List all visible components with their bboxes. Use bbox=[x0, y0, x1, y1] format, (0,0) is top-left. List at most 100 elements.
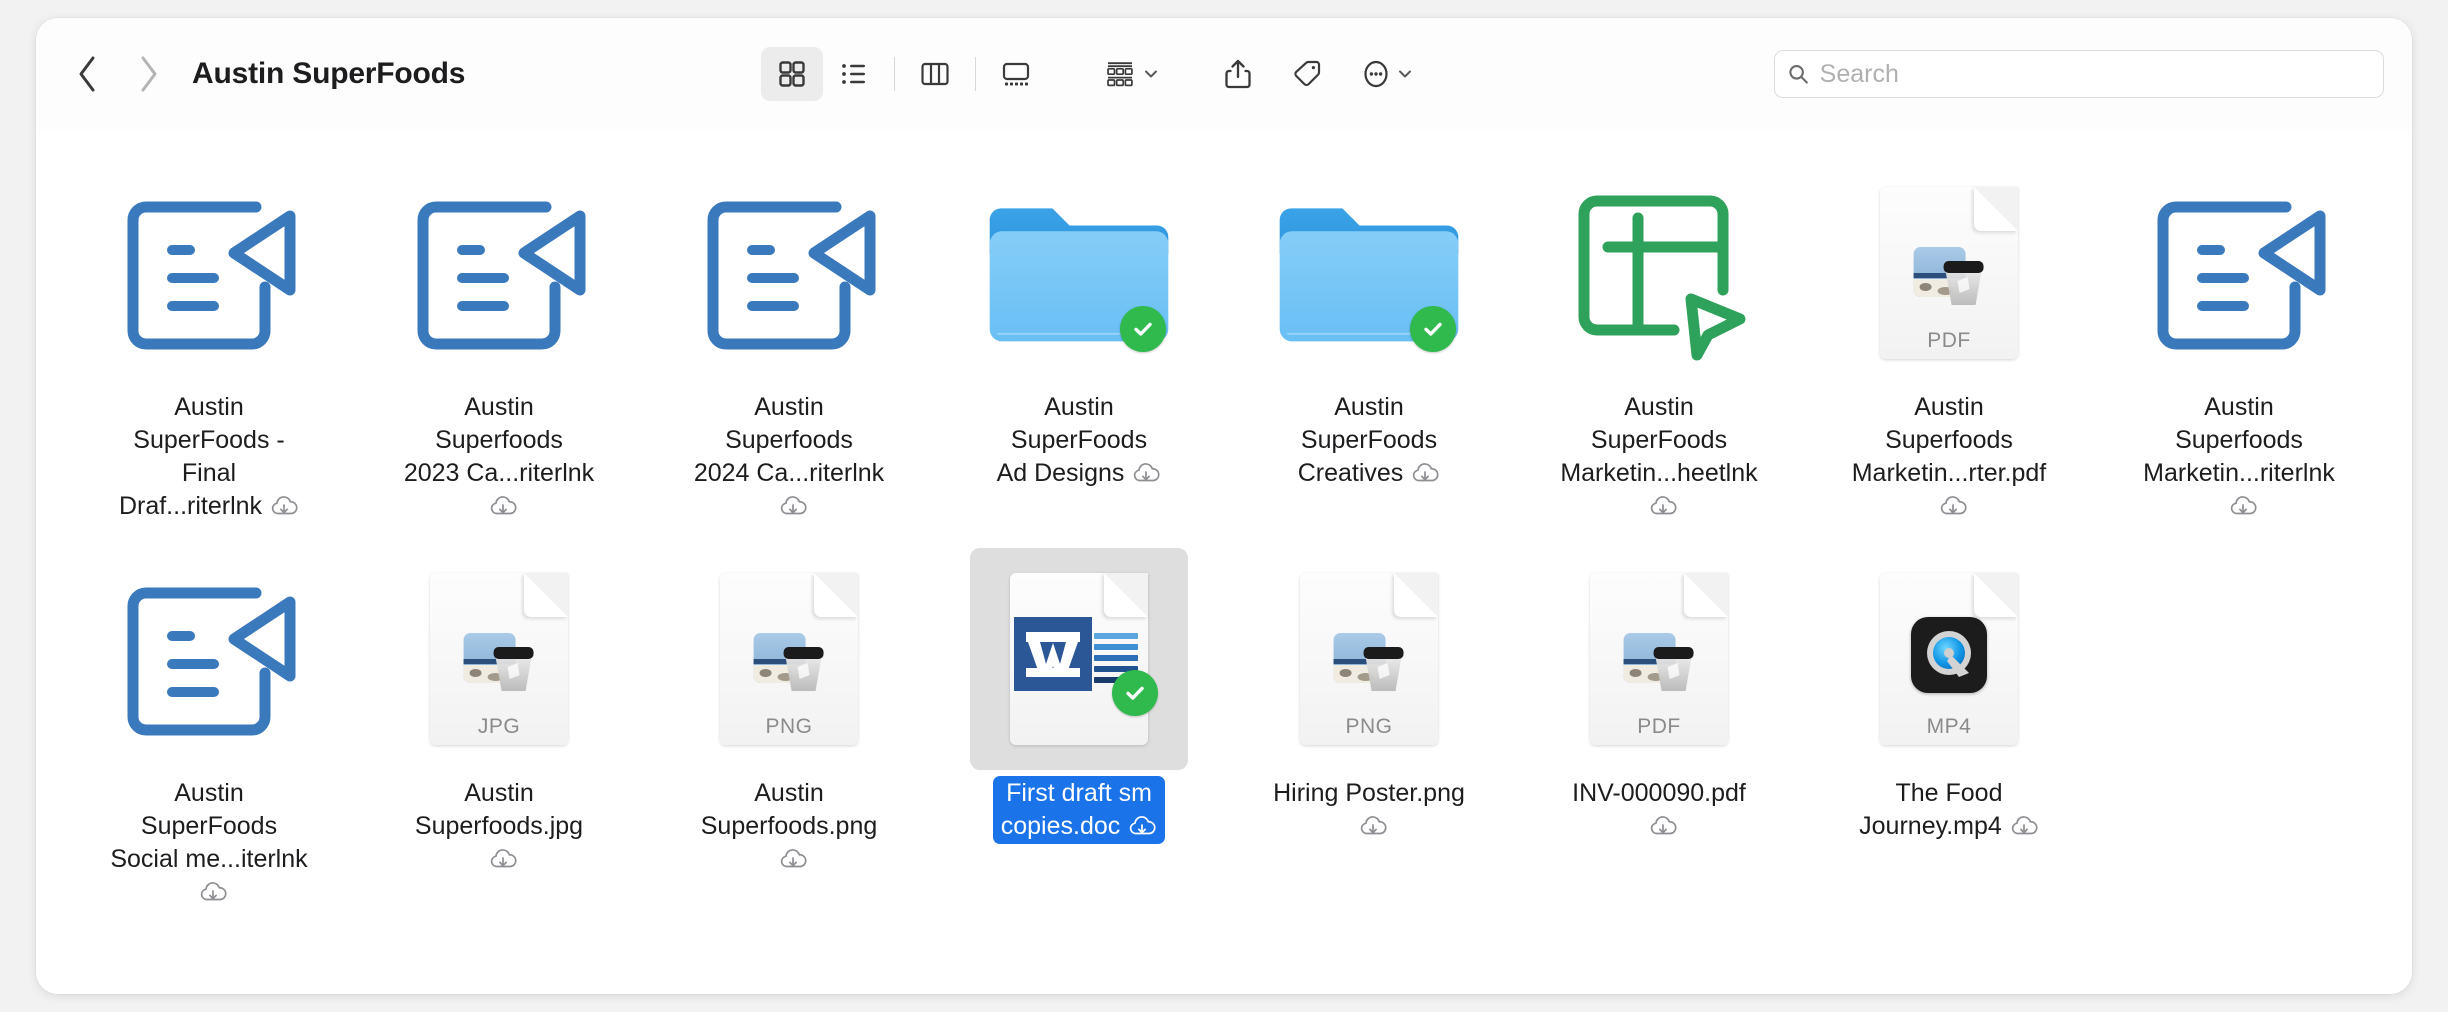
toolbar-divider bbox=[894, 57, 895, 91]
file-label[interactable]: Austin SuperFoods Creatives bbox=[1261, 390, 1477, 491]
toolbar: Austin SuperFoods bbox=[36, 18, 2412, 130]
file-kind-label: PDF bbox=[1590, 715, 1728, 739]
more-options-button[interactable] bbox=[1353, 47, 1421, 101]
toolbar-center-group bbox=[761, 47, 1421, 101]
preview-app-badge-icon bbox=[1622, 629, 1700, 699]
file-icon[interactable]: PDF bbox=[1840, 162, 2058, 384]
file-label[interactable]: Austin Superfoods.png bbox=[681, 776, 897, 877]
grid-icon bbox=[777, 59, 807, 89]
file-icon[interactable] bbox=[970, 162, 1188, 384]
file-label[interactable]: Austin Superfoods Marketin...riterlnk bbox=[2131, 390, 2347, 524]
view-column-button[interactable] bbox=[904, 47, 966, 101]
file-label[interactable]: Austin Superfoods Marketin...rter.pdf bbox=[1841, 390, 2057, 524]
file-item[interactable]: Austin Superfoods 2024 Ca...riterlnk bbox=[644, 156, 934, 524]
file-label[interactable]: INV-000090.pdf bbox=[1551, 776, 1767, 844]
file-item[interactable]: PDF Austin Superfoods Marketin...rter.pd… bbox=[1804, 156, 2094, 524]
preview-document-icon: PDF bbox=[1590, 573, 1728, 745]
file-icon[interactable] bbox=[680, 162, 898, 384]
search-icon bbox=[1787, 62, 1810, 86]
file-kind-label: PDF bbox=[1880, 329, 2018, 353]
share-icon bbox=[1223, 58, 1253, 90]
search-field[interactable] bbox=[1774, 50, 2384, 98]
list-icon bbox=[839, 59, 869, 89]
page-fold bbox=[1974, 187, 2018, 231]
view-icon-button[interactable] bbox=[761, 47, 823, 101]
google-docs-shortcut-icon bbox=[2144, 183, 2334, 363]
file-icon[interactable] bbox=[1260, 162, 1478, 384]
group-items-button[interactable] bbox=[1095, 47, 1167, 101]
page-fold bbox=[1394, 573, 1438, 617]
icloud-download-icon bbox=[2009, 813, 2039, 839]
file-icon[interactable] bbox=[2130, 162, 2348, 384]
file-icon[interactable] bbox=[970, 548, 1188, 770]
file-name: Austin Superfoods.jpg bbox=[415, 779, 583, 840]
view-list-button[interactable] bbox=[823, 47, 885, 101]
file-item[interactable]: PNG Austin Superfoods.png bbox=[644, 542, 934, 910]
file-item[interactable]: Austin Superfoods Marketin...riterlnk bbox=[2094, 156, 2384, 524]
file-icon[interactable]: PNG bbox=[680, 548, 898, 770]
file-name: Austin SuperFoods Social me...iterlnk bbox=[110, 779, 307, 873]
file-icon[interactable]: PDF bbox=[1550, 548, 1768, 770]
file-label[interactable]: First draft sm copies.doc bbox=[993, 776, 1166, 844]
columns-icon bbox=[919, 59, 951, 89]
icloud-download-icon bbox=[1410, 460, 1440, 486]
word-document-icon bbox=[1010, 573, 1148, 745]
file-name: INV-000090.pdf bbox=[1572, 779, 1746, 807]
chevron-down-icon bbox=[1143, 67, 1159, 81]
preview-document-icon: JPG bbox=[430, 573, 568, 745]
file-icon[interactable] bbox=[390, 162, 608, 384]
file-item[interactable]: JPG Austin Superfoods.jpg bbox=[354, 542, 644, 910]
search-input[interactable] bbox=[1820, 60, 2371, 89]
file-icon[interactable] bbox=[100, 548, 318, 770]
file-name: Austin Superfoods Marketin...rter.pdf bbox=[1852, 393, 2047, 487]
back-button[interactable] bbox=[70, 52, 104, 96]
file-item[interactable]: First draft sm copies.doc bbox=[934, 542, 1224, 910]
file-label[interactable]: Austin SuperFoods Social me...iterlnk bbox=[101, 776, 317, 910]
page-fold bbox=[1104, 573, 1148, 617]
preview-app-badge-icon bbox=[1332, 629, 1410, 699]
file-label[interactable]: Austin SuperFoods - Final Draf...riterln… bbox=[101, 390, 317, 524]
file-name: Austin SuperFoods - Final Draf...riterln… bbox=[119, 393, 285, 520]
icloud-download-icon bbox=[488, 493, 518, 519]
forward-button[interactable] bbox=[132, 52, 166, 96]
chevron-down-icon bbox=[1397, 67, 1413, 81]
share-button[interactable] bbox=[1215, 47, 1261, 101]
file-item[interactable]: PNG Hiring Poster.png bbox=[1224, 542, 1514, 910]
file-item[interactable]: Austin SuperFoods Ad Designs bbox=[934, 156, 1224, 524]
tag-icon bbox=[1291, 58, 1323, 90]
file-item[interactable]: PDF INV-000090.pdf bbox=[1514, 542, 1804, 910]
group-icon bbox=[1103, 59, 1137, 89]
sync-check-badge-icon bbox=[1112, 670, 1158, 716]
file-item[interactable]: Austin SuperFoods - Final Draf...riterln… bbox=[64, 156, 354, 524]
file-label[interactable]: Austin Superfoods 2023 Ca...riterlnk bbox=[391, 390, 607, 524]
tag-button[interactable] bbox=[1283, 47, 1331, 101]
page-fold bbox=[1684, 573, 1728, 617]
file-kind-label: PNG bbox=[720, 715, 858, 739]
file-name: Hiring Poster.png bbox=[1273, 779, 1465, 807]
file-item[interactable]: Austin SuperFoods Creatives bbox=[1224, 156, 1514, 524]
view-gallery-button[interactable] bbox=[985, 47, 1047, 101]
file-label[interactable]: Austin Superfoods 2024 Ca...riterlnk bbox=[681, 390, 897, 524]
file-icon[interactable] bbox=[1550, 162, 1768, 384]
file-label[interactable]: Austin Superfoods.jpg bbox=[391, 776, 607, 877]
icloud-download-icon bbox=[1648, 813, 1678, 839]
file-icon[interactable]: MP4 bbox=[1840, 548, 2058, 770]
icloud-download-icon bbox=[1358, 813, 1388, 839]
file-kind-label: JPG bbox=[430, 715, 568, 739]
preview-document-icon: PNG bbox=[720, 573, 858, 745]
file-label[interactable]: Austin SuperFoods Marketin...heetlnk bbox=[1551, 390, 1767, 524]
file-item[interactable]: MP4 The Food Journey.mp4 bbox=[1804, 542, 2094, 910]
navigation-buttons bbox=[70, 52, 166, 96]
preview-document-icon: PDF bbox=[1880, 187, 2018, 359]
file-icon[interactable]: JPG bbox=[390, 548, 608, 770]
file-icon[interactable]: PNG bbox=[1260, 548, 1478, 770]
file-label[interactable]: Hiring Poster.png bbox=[1261, 776, 1477, 844]
file-icon[interactable] bbox=[100, 162, 318, 384]
file-item[interactable]: Austin Superfoods 2023 Ca...riterlnk bbox=[354, 156, 644, 524]
icloud-download-icon bbox=[1131, 460, 1161, 486]
file-label[interactable]: Austin SuperFoods Ad Designs bbox=[971, 390, 1187, 491]
file-item[interactable]: Austin SuperFoods Marketin...heetlnk bbox=[1514, 156, 1804, 524]
file-item[interactable]: Austin SuperFoods Social me...iterlnk bbox=[64, 542, 354, 910]
file-label[interactable]: The Food Journey.mp4 bbox=[1851, 776, 2047, 844]
file-browser-content: Austin SuperFoods - Final Draf...riterln… bbox=[36, 130, 2412, 994]
